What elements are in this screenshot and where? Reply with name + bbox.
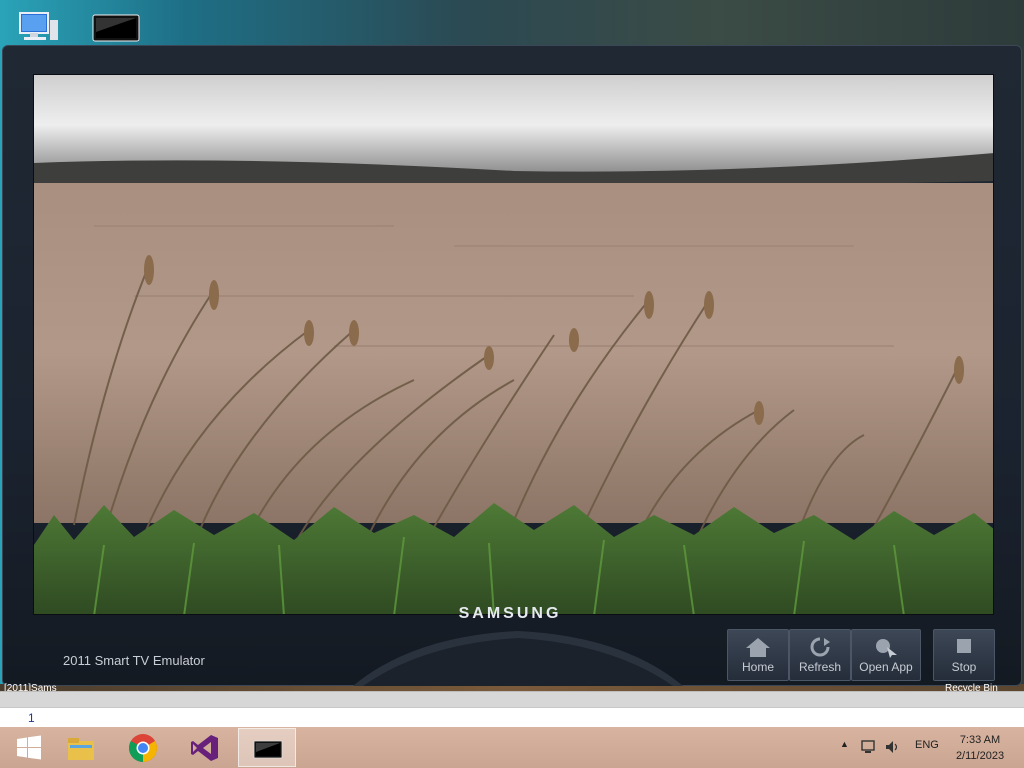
- windows-start-icon: [17, 735, 41, 760]
- computer-icon[interactable]: [14, 10, 62, 44]
- taskbar-tv-emulator[interactable]: [238, 728, 296, 767]
- language-indicator[interactable]: ENG: [915, 739, 939, 751]
- open-app-icon: [876, 639, 897, 658]
- clock-date: 2/11/2023: [955, 750, 1005, 762]
- network-icon[interactable]: [861, 740, 877, 754]
- home-icon: [746, 638, 770, 657]
- tv-emulator-icon: [253, 740, 283, 759]
- refresh-button[interactable]: Refresh: [789, 629, 851, 681]
- open-app-label: Open App: [859, 660, 913, 674]
- chrome-icon: [129, 734, 157, 762]
- emulator-title: 2011 Smart TV Emulator: [63, 653, 205, 668]
- refresh-label: Refresh: [798, 660, 842, 674]
- command-input-value: 1: [28, 711, 35, 725]
- file-explorer-icon: [68, 738, 94, 760]
- visual-studio-icon: [191, 735, 218, 761]
- open-app-button[interactable]: Open App: [851, 629, 921, 681]
- stop-icon: [957, 639, 971, 653]
- taskbar: ▲ ENG 7:33 AM 2/11/2023: [0, 727, 1024, 768]
- tv-emulator-window: 2011 Smart TV Emulator Home Refresh Open…: [2, 45, 1022, 686]
- taskbar-visual-studio[interactable]: [176, 728, 234, 767]
- stop-button[interactable]: Stop: [933, 629, 995, 681]
- stop-label: Stop: [951, 660, 977, 674]
- show-hidden-icons[interactable]: ▲: [840, 739, 849, 749]
- tv-stand: [353, 631, 683, 686]
- tv-screen[interactable]: [33, 74, 994, 615]
- command-input[interactable]: 1: [0, 707, 1024, 727]
- home-button[interactable]: Home: [727, 629, 789, 681]
- taskbar-chrome[interactable]: [114, 728, 172, 767]
- taskbar-file-explorer[interactable]: [52, 728, 110, 767]
- command-bar: [0, 691, 1024, 707]
- tv-emulator-shortcut-icon[interactable]: [92, 10, 140, 44]
- beach-grass-image: [34, 75, 993, 614]
- start-button[interactable]: [0, 728, 58, 767]
- home-label: Home: [741, 660, 774, 674]
- clock-time: 7:33 AM: [959, 734, 1001, 746]
- refresh-icon: [810, 637, 830, 657]
- volume-icon[interactable]: [885, 740, 901, 754]
- clock[interactable]: 7:33 AM 2/11/2023: [950, 732, 1010, 764]
